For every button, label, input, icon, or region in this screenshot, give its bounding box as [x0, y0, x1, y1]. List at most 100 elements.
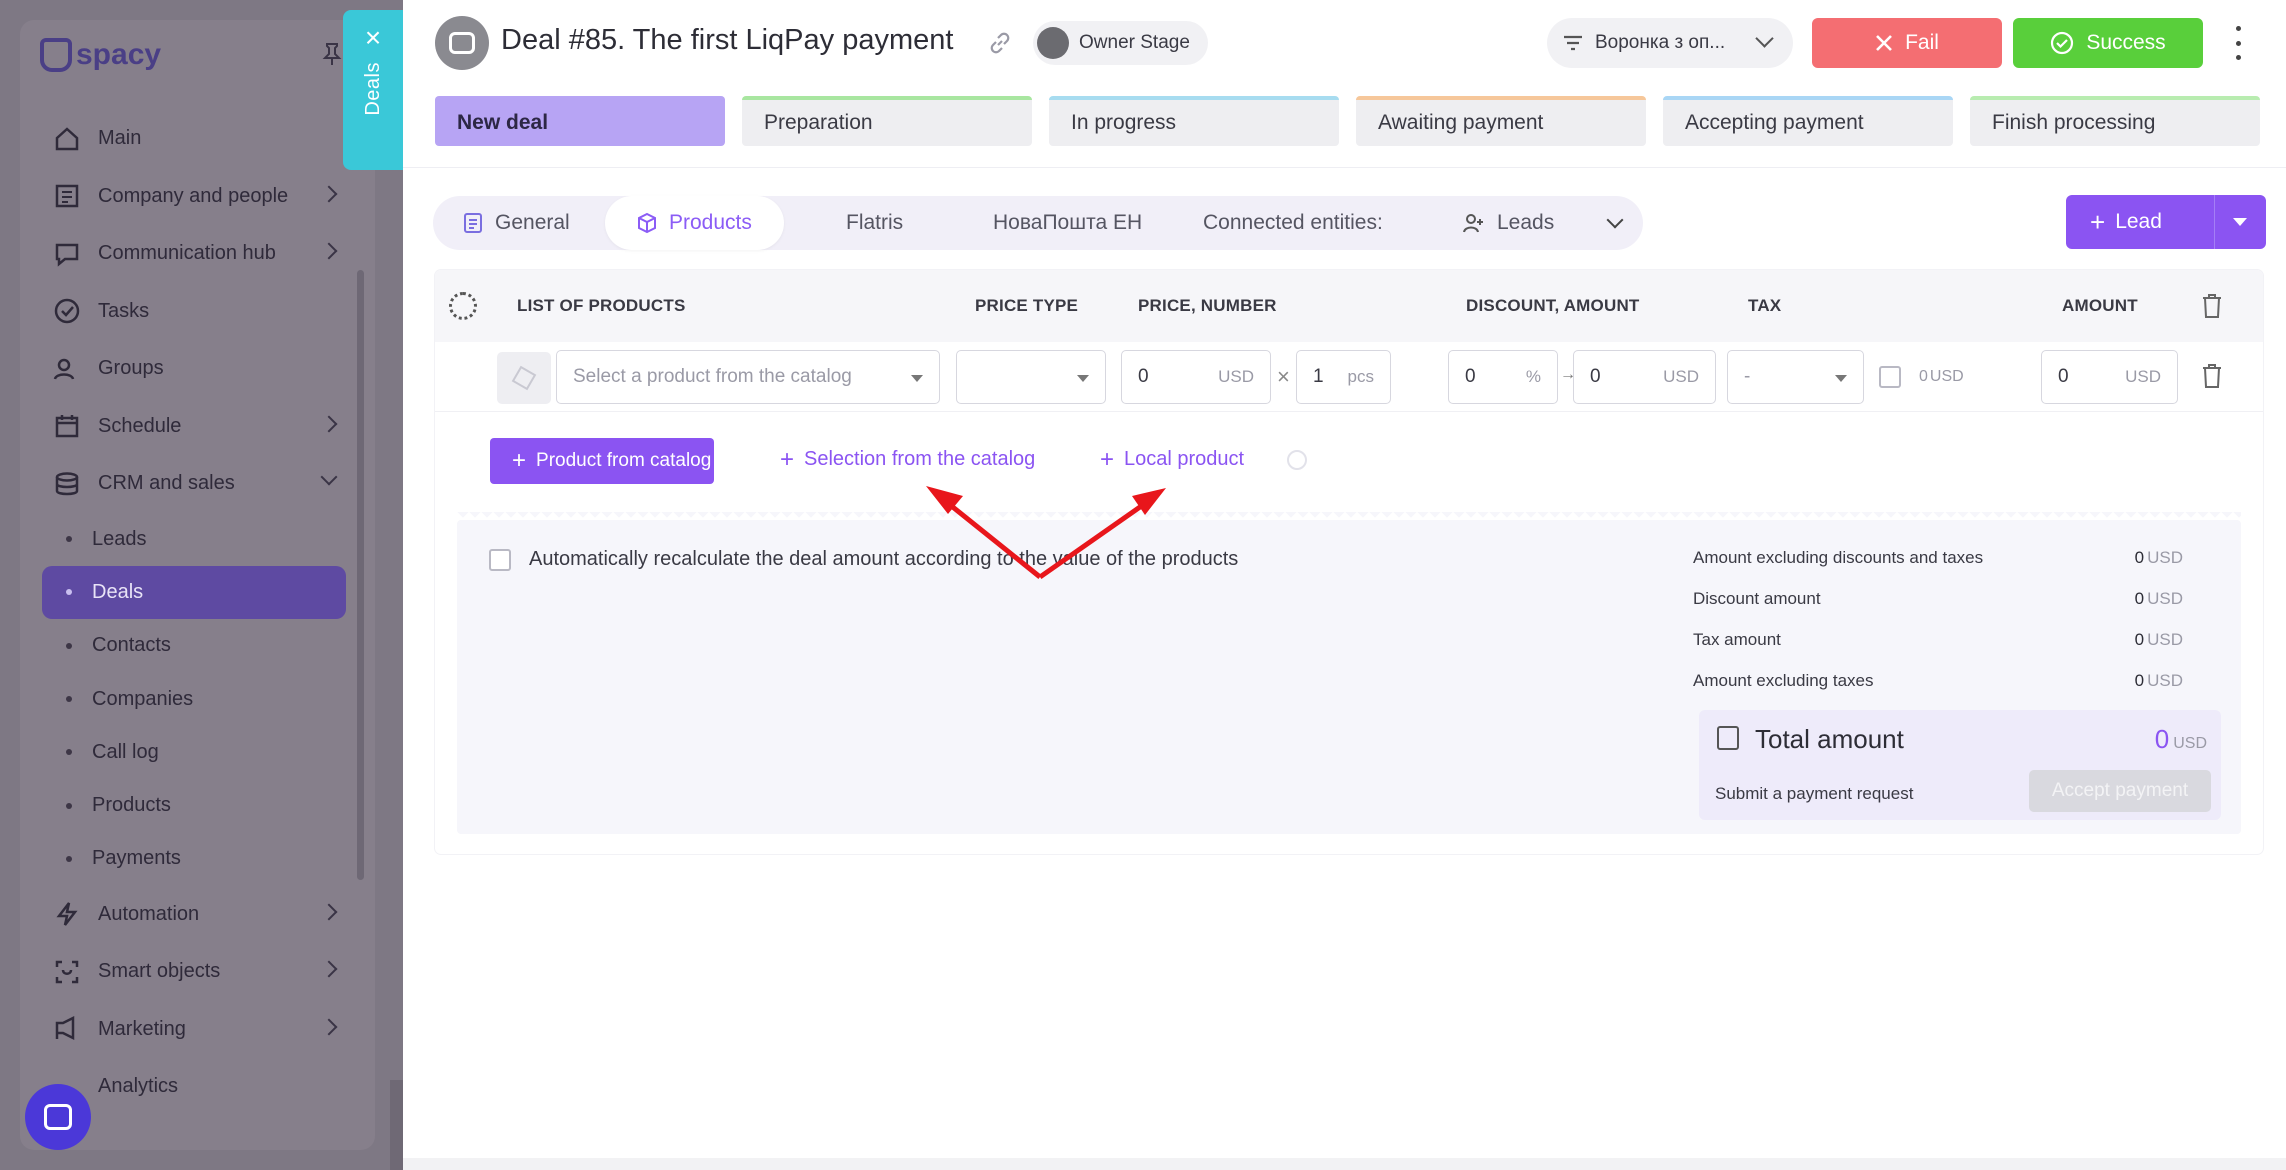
main-area: Deal #85. The first LiqPay payment Owner… — [403, 0, 2286, 1170]
sidebar-item-crm-and-sales[interactable]: CRM and sales — [42, 455, 347, 513]
recalc-label: Automatically recalculate the deal amoun… — [529, 548, 1239, 570]
summary-line-unit: USD — [2147, 548, 2183, 567]
tab-label: Connected entities: — [1203, 211, 1383, 234]
sidebar-subitem-deals[interactable]: Deals — [42, 565, 346, 620]
sidebar-item-main[interactable]: Main — [42, 110, 347, 168]
owner-stage-chip[interactable]: Owner Stage — [1033, 21, 1208, 65]
bullet-icon — [66, 749, 72, 756]
bullet-icon — [66, 642, 72, 649]
payment-request-link[interactable]: Submit a payment request — [1715, 784, 1913, 804]
discount-amount-input[interactable]: 0 USD — [1573, 350, 1716, 404]
receipt-icon — [1717, 726, 1739, 750]
deal-tabs: General Products Flatris НоваПошта ЕН Co… — [433, 196, 1643, 250]
trash-icon[interactable] — [2201, 293, 2223, 319]
horizontal-scrollbar[interactable] — [403, 1158, 2286, 1170]
support-chat-button[interactable] — [25, 1084, 91, 1150]
sidebar-item-label: Main — [98, 127, 142, 150]
app-logo[interactable]: spacy — [40, 38, 161, 72]
add-lead-button[interactable]: + Lead — [2066, 195, 2266, 249]
success-label: Success — [2086, 31, 2166, 54]
stage-new-deal[interactable]: New deal — [435, 96, 725, 146]
tab-leads[interactable]: Leads — [1463, 196, 1554, 250]
fail-label: Fail — [1905, 31, 1939, 54]
deals-side-tab[interactable]: × Deals — [343, 10, 403, 170]
sidebar-item-label: Communication hub — [98, 242, 276, 265]
success-button[interactable]: Success — [2013, 18, 2203, 68]
sidebar-subitem-contacts[interactable]: Contacts — [42, 619, 347, 672]
recalc-checkbox[interactable] — [489, 548, 511, 571]
sidebar-subitem-products[interactable]: Products — [42, 779, 347, 832]
owner-stage-label: Owner Stage — [1079, 32, 1190, 53]
funnel-select[interactable]: Воронка з оп... — [1547, 18, 1793, 68]
summary-line-label: Amount excluding taxes — [1693, 671, 1874, 690]
sidebar-item-marketing[interactable]: Marketing — [42, 1001, 347, 1059]
sidebar-subitem-leads[interactable]: Leads — [42, 513, 347, 566]
check-circle-icon — [52, 296, 82, 326]
local-product-button[interactable]: + Local product — [1100, 447, 1245, 471]
document-icon — [464, 213, 482, 233]
sidebar-item-communication-hub[interactable]: Communication hub — [42, 225, 347, 283]
fail-button[interactable]: Fail — [1812, 18, 2002, 68]
tab-nova-poshta[interactable]: НоваПошта ЕН — [993, 196, 1142, 250]
pin-icon[interactable] — [322, 42, 342, 66]
sidebar-item-smart-objects[interactable]: Smart objects — [42, 943, 347, 1001]
caret-down-icon[interactable] — [2233, 218, 2247, 226]
sidebar-subitem-label: Products — [92, 794, 171, 817]
product-select[interactable]: Select a product from the catalog — [556, 350, 940, 404]
chevron-down-icon[interactable] — [1606, 211, 1624, 229]
summary-line-value: 0 — [2134, 630, 2145, 649]
product-from-catalog-button[interactable]: + Product from catalog — [490, 438, 714, 484]
summary-line-unit: USD — [2147, 589, 2183, 608]
column-header: AMOUNT — [2062, 296, 2138, 315]
stage-label: Accepting payment — [1685, 111, 1864, 134]
sidebar-scrollbar[interactable] — [357, 270, 364, 880]
tab-flatris[interactable]: Flatris — [846, 196, 903, 250]
price-input[interactable]: 0 USD — [1121, 350, 1271, 404]
tax-included-checkbox[interactable] — [1879, 366, 1901, 388]
sidebar-subitem-companies[interactable]: Companies — [42, 672, 347, 725]
bullet-icon — [66, 536, 72, 543]
gear-icon[interactable] — [449, 292, 477, 320]
selection-from-catalog-button[interactable]: + Selection from the catalog — [780, 447, 1035, 471]
recalc-option[interactable]: Automatically recalculate the deal amoun… — [489, 548, 1238, 571]
sidebar-item-automation[interactable]: Automation — [42, 886, 347, 944]
stage-preparation[interactable]: Preparation — [742, 96, 1032, 146]
amount-input[interactable]: 0 USD — [2041, 350, 2178, 404]
sidebar-item-label: Schedule — [98, 414, 182, 437]
summary-line-unit: USD — [2147, 671, 2183, 690]
price-type-select[interactable] — [956, 350, 1106, 404]
stage-in-progress[interactable]: In progress — [1049, 96, 1339, 146]
tab-label: Leads — [1497, 211, 1555, 234]
avatar — [1037, 27, 1069, 59]
stage-label: New deal — [457, 111, 549, 134]
sidebar-subitem-payments[interactable]: Payments — [42, 832, 347, 885]
sidebar-item-groups[interactable]: Groups — [42, 340, 347, 398]
accept-payment-button[interactable]: Accept payment — [2029, 770, 2211, 812]
discount-percent-value: 0 — [1465, 366, 1476, 387]
local-product-label: Local product — [1124, 448, 1245, 470]
tax-select[interactable]: - — [1727, 350, 1864, 404]
tab-label: General — [495, 211, 570, 234]
stage-awaiting-payment[interactable]: Awaiting payment — [1356, 96, 1646, 146]
discount-percent-input[interactable]: 0 % — [1448, 350, 1558, 404]
sidebar-item-tasks[interactable]: Tasks — [42, 283, 347, 341]
summary-line-label: Discount amount — [1693, 589, 1821, 608]
discount-amount-unit: USD — [1663, 367, 1699, 386]
sidebar-item-company-and-people[interactable]: Company and people — [42, 168, 347, 226]
stage-label: Awaiting payment — [1378, 111, 1544, 134]
tab-general[interactable]: General — [463, 196, 570, 250]
stage-accepting-payment[interactable]: Accepting payment — [1663, 96, 1953, 146]
close-icon[interactable]: × — [365, 24, 381, 52]
tab-products[interactable]: Products — [605, 196, 784, 250]
more-menu-icon[interactable] — [2233, 26, 2243, 60]
sidebar-subitem-label: Leads — [92, 527, 147, 550]
stage-finish-processing[interactable]: Finish processing — [1970, 96, 2260, 146]
sidebar-subitem-call-log[interactable]: Call log — [42, 726, 347, 779]
trash-icon[interactable] — [2201, 363, 2223, 389]
discount-percent-unit: % — [1525, 367, 1541, 386]
close-icon — [1876, 35, 1892, 51]
home-icon — [52, 124, 82, 154]
sidebar-item-schedule[interactable]: Schedule — [42, 398, 347, 456]
quantity-input[interactable]: 1 pcs — [1296, 350, 1391, 404]
link-icon[interactable] — [987, 30, 1013, 56]
